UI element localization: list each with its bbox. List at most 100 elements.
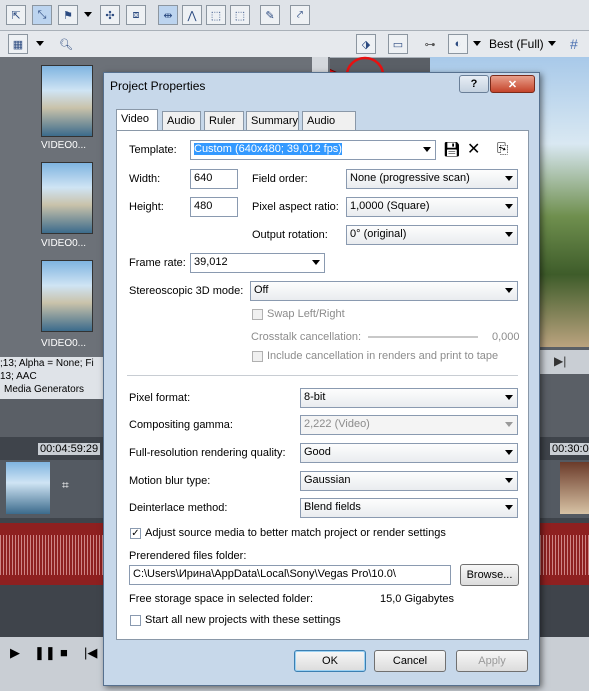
stop-icon[interactable]: ■ <box>60 645 68 660</box>
project-properties-icon[interactable]: ⬗ <box>356 34 376 54</box>
select-tool-icon[interactable]: ⤡ <box>32 5 52 25</box>
motion-blur-label: Motion blur type: <box>129 475 211 487</box>
free-storage-value: 15,0 Gigabytes <box>380 593 454 605</box>
output-rotation-value: 0° (original) <box>350 228 407 240</box>
free-storage-label: Free storage space in selected folder: <box>129 593 314 605</box>
motion-blur-dropdown[interactable]: Gaussian <box>300 471 518 491</box>
crop-icon[interactable]: ⌗ <box>62 478 69 493</box>
output-rotation-dropdown[interactable]: 0° (original) <box>346 225 518 245</box>
edit-tool-icon[interactable]: ⇹ <box>158 5 178 25</box>
start-all-projects-checkbox[interactable] <box>130 615 141 626</box>
deinterlace-dropdown[interactable]: Blend fields <box>300 498 518 518</box>
normal-edit-tool-icon[interactable]: ⇱ <box>6 5 26 25</box>
frame-rate-label: Frame rate: <box>129 257 186 269</box>
explorer-toolbar: ▦ 🔍︎ ⬗ ▭ ⊶ ◐ Best (Full) # <box>0 31 589 94</box>
frame-rate-dropdown[interactable]: 39,012 <box>190 253 325 273</box>
start-all-projects-label: Start all new projects with these settin… <box>145 614 341 626</box>
media-status-line: 13; AAC <box>0 371 37 382</box>
play-icon[interactable]: ▶| <box>554 354 566 368</box>
preview-quality-dropdown[interactable]: Best (Full) <box>489 37 544 51</box>
frame-rate-value: 39,012 <box>194 256 228 268</box>
adjust-source-label: Adjust source media to better match proj… <box>145 527 446 539</box>
height-label: Height: <box>129 201 164 213</box>
pixel-aspect-label: Pixel aspect ratio: <box>252 201 339 213</box>
time-marker: 00:04:59:29 <box>38 443 101 455</box>
template-dropdown[interactable]: Custom (640x480; 39,012 fps) <box>190 140 436 160</box>
ripple-icon[interactable]: ⚑ <box>58 5 78 25</box>
pixel-format-value: 8-bit <box>304 391 326 403</box>
field-order-value: None (progressive scan) <box>350 172 470 184</box>
width-input[interactable]: 640 <box>190 169 238 189</box>
dialog-title: Project Properties <box>110 79 206 93</box>
play-icon[interactable]: ▶ <box>10 645 20 661</box>
tab-audio-cd[interactable]: Audio CD <box>302 111 356 145</box>
pause-icon[interactable]: ❚❚ <box>34 645 56 661</box>
chevron-down-icon[interactable] <box>36 41 44 46</box>
prerendered-label: Prerendered files folder: <box>129 550 247 562</box>
video-thumbnail[interactable] <box>41 162 93 234</box>
grid-overlay-icon[interactable]: # <box>570 36 578 52</box>
height-input[interactable]: 480 <box>190 197 238 217</box>
save-template-icon[interactable]: 💾︎ <box>443 141 461 158</box>
compositing-gamma-label: Compositing gamma: <box>129 419 233 431</box>
cancel-button[interactable]: Cancel <box>374 650 446 672</box>
zoom-region-icon[interactable]: ⧈ <box>126 5 146 25</box>
close-button[interactable]: ✕ <box>490 75 535 93</box>
apply-button[interactable]: Apply <box>456 650 528 672</box>
video-clip-thumbnail[interactable] <box>6 462 50 514</box>
split-screen-icon[interactable]: ⊶ <box>420 34 440 54</box>
swap-left-right-checkbox[interactable] <box>252 309 263 320</box>
include-cancellation-checkbox[interactable] <box>252 351 263 362</box>
output-rotation-label: Output rotation: <box>252 229 328 241</box>
tab-summary[interactable]: Summary <box>246 111 299 130</box>
zoom-tool-icon[interactable]: ⬚ <box>230 5 250 25</box>
tab-ruler[interactable]: Ruler <box>204 111 244 130</box>
stereo-3d-label: Stereoscopic 3D mode: <box>129 285 244 297</box>
stereo-3d-value: Off <box>254 284 269 296</box>
pixel-aspect-dropdown[interactable]: 1,0000 (Square) <box>346 197 518 217</box>
video-clip-thumbnail[interactable] <box>560 462 589 514</box>
tab-media-generators[interactable]: Media Generators <box>0 383 110 396</box>
thumbnail-label: VIDEO0... <box>41 140 87 151</box>
prerendered-folder-input[interactable]: C:\Users\Ирина\AppData\Local\Sony\Vegas … <box>129 565 451 585</box>
envelope-tool-icon[interactable]: ⋀ <box>182 5 202 25</box>
selection-box-icon[interactable]: ⬚ <box>206 5 226 25</box>
tab-video[interactable]: Video <box>116 109 158 130</box>
crosstalk-value: 0,000 <box>492 331 520 343</box>
delete-template-icon[interactable]: ✕ <box>467 139 480 159</box>
overlay-icon[interactable]: ◐ <box>448 34 468 54</box>
video-thumbnail[interactable] <box>41 65 93 137</box>
preview-monitor-icon[interactable]: ▭ <box>388 34 408 54</box>
thumbnail-label: VIDEO0... <box>41 238 87 249</box>
browse-button[interactable]: Browse... <box>460 564 519 586</box>
ok-button[interactable]: OK <box>294 650 366 672</box>
chevron-down-icon[interactable] <box>473 41 481 46</box>
video-thumbnail[interactable] <box>41 260 93 332</box>
view-grid-icon[interactable]: ▦ <box>8 34 28 54</box>
help-button[interactable]: ? <box>459 75 489 93</box>
thumbnail-label: VIDEO0... <box>41 338 87 349</box>
width-label: Width: <box>129 173 161 185</box>
go-to-start-icon[interactable]: |◀ <box>84 645 97 661</box>
snapping-icon[interactable]: ✣ <box>100 5 120 25</box>
crosstalk-slider[interactable] <box>368 336 478 338</box>
render-quality-value: Good <box>304 446 331 458</box>
chevron-down-icon[interactable] <box>84 12 92 17</box>
render-quality-dropdown[interactable]: Good <box>300 443 518 463</box>
adjust-source-checkbox[interactable]: ✓ <box>130 528 141 539</box>
chevron-down-icon[interactable] <box>548 41 556 46</box>
field-order-dropdown[interactable]: None (progressive scan) <box>346 169 518 189</box>
deinterlace-value: Blend fields <box>304 501 361 513</box>
match-media-settings-icon[interactable]: ⎘ <box>497 140 508 157</box>
pixel-format-dropdown[interactable]: 8-bit <box>300 388 518 408</box>
cursor-mark-icon[interactable]: ⤤ <box>290 5 310 25</box>
search-icon[interactable]: 🔍︎ <box>56 34 76 54</box>
tab-audio[interactable]: Audio <box>162 111 201 130</box>
stereo-3d-dropdown[interactable]: Off <box>250 281 518 301</box>
compositing-gamma-value: 2,222 (Video) <box>304 418 370 430</box>
swap-left-right-label: Swap Left/Right <box>267 308 345 320</box>
motion-blur-value: Gaussian <box>304 474 351 486</box>
media-status: ;13; Alpha = None; Fi 13; AAC Media Gene… <box>0 357 110 399</box>
paint-brush-icon[interactable]: ✎ <box>260 5 280 25</box>
compositing-gamma-dropdown[interactable]: 2,222 (Video) <box>300 415 518 435</box>
